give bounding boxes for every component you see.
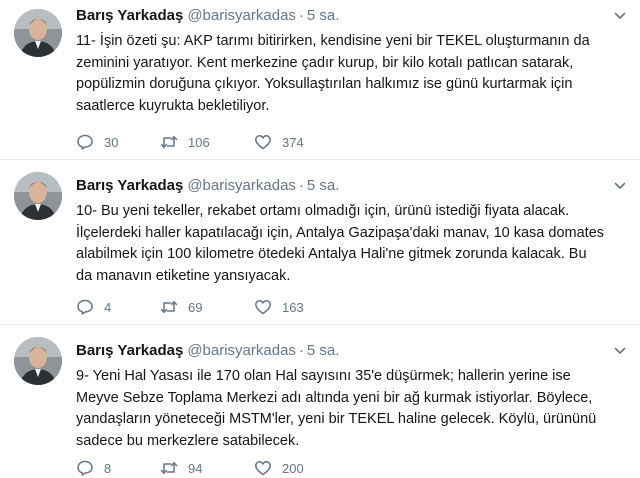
header-separator: · [298, 177, 304, 194]
reply-icon [77, 299, 93, 315]
chevron-down-icon [614, 347, 626, 354]
tweet-timestamp[interactable]: 5 sa. [307, 342, 340, 359]
reply-icon [77, 460, 93, 476]
tweet[interactable]: Barış Yarkadaş @barisyarkadas · 5 sa. 10- B… [0, 160, 640, 325]
author-name[interactable]: Barış Yarkadaş [76, 177, 183, 194]
retweet-icon [160, 301, 178, 313]
header-separator: · [298, 7, 304, 24]
reply-count: 30 [104, 134, 119, 150]
retweet-button[interactable]: 69 [160, 297, 202, 317]
like-button[interactable]: 163 [254, 297, 304, 317]
chevron-down-icon [614, 182, 626, 189]
reply-button[interactable]: 4 [76, 297, 111, 317]
reply-button[interactable]: 30 [76, 132, 118, 152]
retweet-count: 69 [188, 299, 203, 315]
like-count: 200 [282, 460, 304, 476]
retweet-count: 106 [188, 134, 210, 150]
tweet-text: 9- Yeni Hal Yasası ile 170 olan Hal sayı… [76, 368, 597, 449]
retweet-button[interactable]: 106 [160, 132, 210, 152]
avatar[interactable] [14, 172, 62, 220]
chevron-down-icon [614, 12, 626, 19]
tweet-timestamp[interactable]: 5 sa. [307, 7, 340, 24]
tweet-text: 11- İşin özeti şu: AKP tarımı bitirirken… [76, 33, 590, 114]
heart-icon [255, 461, 271, 476]
retweet-icon [160, 462, 178, 474]
reply-icon [77, 134, 93, 150]
retweet-button[interactable]: 94 [160, 458, 202, 478]
tweet-feed: Barış Yarkadaş @barisyarkadas · 5 sa. 11- İ… [0, 0, 640, 477]
heart-icon [255, 300, 271, 315]
reply-count: 4 [104, 299, 112, 315]
more-options-caret[interactable] [614, 345, 626, 357]
retweet-icon [160, 136, 178, 148]
author-name[interactable]: Barış Yarkadaş [76, 7, 183, 24]
avatar-photo-icon [14, 9, 62, 57]
author-handle[interactable]: @barisyarkadas [187, 342, 296, 359]
tweet[interactable]: Barış Yarkadaş @barisyarkadas · 5 sa. 9- Ye… [0, 325, 640, 477]
avatar-photo-icon [14, 337, 62, 385]
reply-count: 8 [104, 460, 112, 476]
retweet-count: 94 [188, 460, 203, 476]
more-options-caret[interactable] [614, 10, 626, 22]
author-handle[interactable]: @barisyarkadas [187, 177, 296, 194]
heart-icon [255, 135, 271, 150]
avatar[interactable] [14, 337, 62, 385]
avatar[interactable] [14, 9, 62, 57]
tweet-header: Barış Yarkadaş @barisyarkadas · 5 sa. [76, 176, 339, 196]
like-count: 163 [282, 299, 304, 315]
tweet-header: Barış Yarkadaş @barisyarkadas · 5 sa. [76, 6, 339, 26]
header-separator: · [298, 342, 304, 359]
author-name[interactable]: Barış Yarkadaş [76, 342, 183, 359]
reply-button[interactable]: 8 [76, 458, 111, 478]
tweet[interactable]: Barış Yarkadaş @barisyarkadas · 5 sa. 11- İ… [0, 0, 640, 160]
avatar-photo-icon [14, 172, 62, 220]
more-options-caret[interactable] [614, 180, 626, 192]
like-button[interactable]: 374 [254, 132, 304, 152]
tweet-header: Barış Yarkadaş @barisyarkadas · 5 sa. [76, 341, 339, 361]
like-count: 374 [282, 134, 304, 150]
tweet-text: 10- Bu yeni tekeller, rekabet ortamı olm… [76, 203, 605, 284]
tweet-timestamp[interactable]: 5 sa. [307, 177, 340, 194]
author-handle[interactable]: @barisyarkadas [187, 7, 296, 24]
like-button[interactable]: 200 [254, 458, 304, 478]
